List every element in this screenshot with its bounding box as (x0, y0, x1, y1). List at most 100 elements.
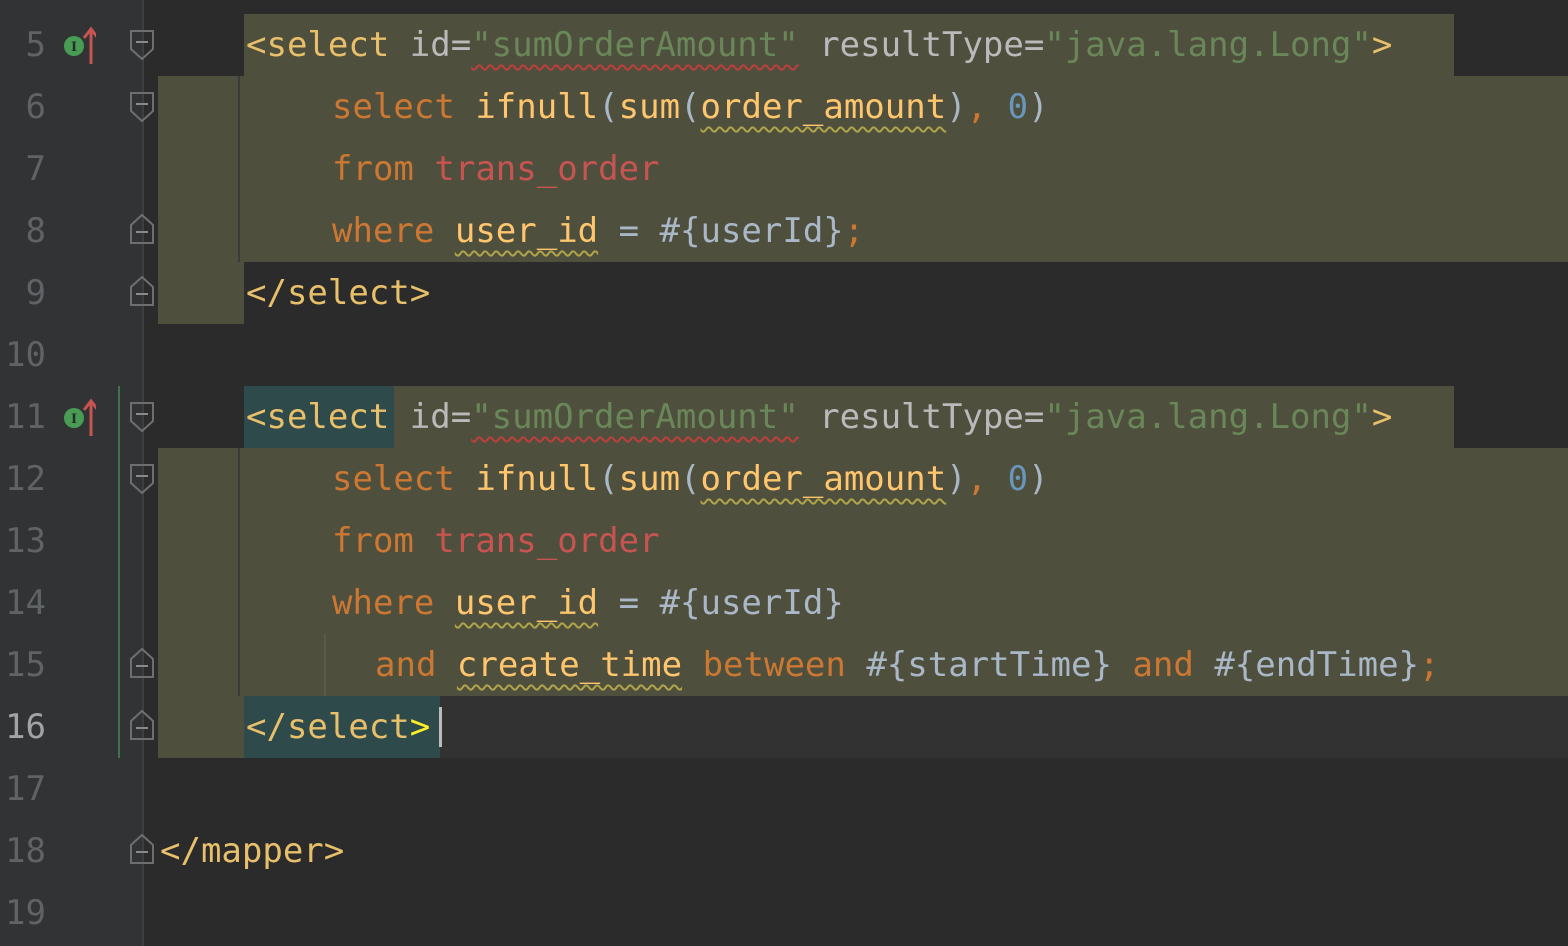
indent-guide (238, 448, 240, 696)
token: order_amount (700, 459, 947, 499)
token: between (702, 645, 846, 685)
token: "sumOrderAmount" (471, 397, 799, 437)
token: </mapper> (160, 831, 345, 871)
token: ( (598, 87, 619, 127)
token: = #{userId} (598, 211, 844, 251)
token: from (332, 149, 414, 189)
indent-guide (324, 634, 326, 696)
token: where (332, 583, 435, 623)
token: 0 (1007, 87, 1029, 127)
token: , (966, 87, 1008, 127)
token: ifnull (475, 87, 599, 127)
line-number: 6 (25, 87, 46, 127)
fold-open-icon[interactable] (129, 463, 155, 495)
block-highlight-9 (158, 262, 244, 324)
code-line-14[interactable]: where user_id = #{userId} (332, 572, 844, 634)
fold-close-icon[interactable] (129, 709, 155, 741)
token: and (1132, 645, 1194, 685)
token: and (375, 645, 437, 685)
token: from (332, 521, 414, 561)
token: > (1371, 397, 1393, 437)
token: <select (246, 25, 390, 65)
token: user_id (454, 583, 599, 623)
line-number: 12 (5, 459, 46, 499)
fold-close-icon[interactable] (129, 647, 155, 679)
implemented-up-icon[interactable]: I (62, 396, 96, 440)
token: ) (946, 87, 967, 127)
token: ifnull (475, 459, 599, 499)
token: 0 (1007, 459, 1029, 499)
token: order_amount (700, 87, 947, 127)
token: sum (618, 459, 681, 499)
fold-open-icon[interactable] (129, 91, 155, 123)
code-line-16[interactable]: </select> (246, 696, 430, 758)
token: "sumOrderAmount" (471, 25, 799, 65)
line-number: 17 (5, 769, 46, 809)
line-number: 10 (5, 335, 46, 375)
code-line-7[interactable]: from trans_order (332, 138, 660, 200)
fold-open-icon[interactable] (129, 401, 155, 433)
code-line-8[interactable]: where user_id = #{userId}; (332, 200, 864, 262)
token: ( (680, 459, 701, 499)
token: > (409, 707, 431, 747)
code-line-18[interactable]: </mapper> (160, 820, 344, 882)
token: trans_order (434, 521, 660, 561)
token: #{endTime} (1193, 645, 1420, 685)
svg-text:I: I (71, 40, 77, 55)
line-number-current: 16 (5, 707, 46, 747)
token: create_time (456, 645, 683, 685)
line-number: 8 (25, 211, 46, 251)
line-number: 13 (5, 521, 46, 561)
text-caret (439, 707, 442, 747)
caret-row-highlight (440, 696, 1568, 758)
token: , (966, 459, 1008, 499)
token: ( (680, 87, 701, 127)
fold-close-icon[interactable] (129, 833, 155, 865)
token: id= (389, 25, 472, 65)
token: resultType= (798, 397, 1045, 437)
line-number: 14 (5, 583, 46, 623)
token: id= (389, 397, 472, 437)
code-line-15[interactable]: and create_time between #{startTime} and… (375, 634, 1440, 696)
indent-guide (238, 76, 240, 262)
fold-open-icon[interactable] (129, 29, 155, 61)
implemented-up-icon[interactable]: I (62, 24, 96, 68)
token: ) (1028, 459, 1049, 499)
line-number: 5 (25, 25, 46, 65)
line-number: 19 (5, 893, 46, 933)
code-line-12[interactable]: select ifnull(sum(order_amount), 0) (332, 448, 1049, 510)
token: </select> (246, 273, 431, 313)
token: trans_order (434, 149, 660, 189)
token: ; (843, 211, 865, 251)
vcs-change-marker[interactable] (118, 386, 120, 758)
token: <select (246, 397, 390, 437)
code-line-9[interactable]: </select> (246, 262, 430, 324)
fold-close-icon[interactable] (129, 275, 155, 307)
token: sum (618, 87, 681, 127)
block-highlight-16-left (158, 696, 244, 758)
fold-close-icon[interactable] (129, 213, 155, 245)
line-number: 9 (25, 273, 46, 313)
svg-text:I: I (71, 412, 77, 427)
token: = #{userId} (598, 583, 844, 623)
token: user_id (454, 211, 599, 251)
line-number: 18 (5, 831, 46, 871)
token: select (332, 459, 455, 499)
token: "java.lang.Long" (1044, 25, 1372, 65)
code-line-11[interactable]: <select id="sumOrderAmount" resultType="… (246, 386, 1392, 448)
line-number: 15 (5, 645, 46, 685)
token: #{startTime} (845, 645, 1133, 685)
code-line-6[interactable]: select ifnull(sum(order_amount), 0) (332, 76, 1049, 138)
token: ; (1419, 645, 1440, 685)
code-line-13[interactable]: from trans_order (332, 510, 660, 572)
code-line-5[interactable]: <select id="sumOrderAmount" resultType="… (246, 14, 1392, 76)
code-editor[interactable]: 5 6 7 8 9 10 11 12 13 14 15 16 17 18 19 … (0, 0, 1568, 946)
